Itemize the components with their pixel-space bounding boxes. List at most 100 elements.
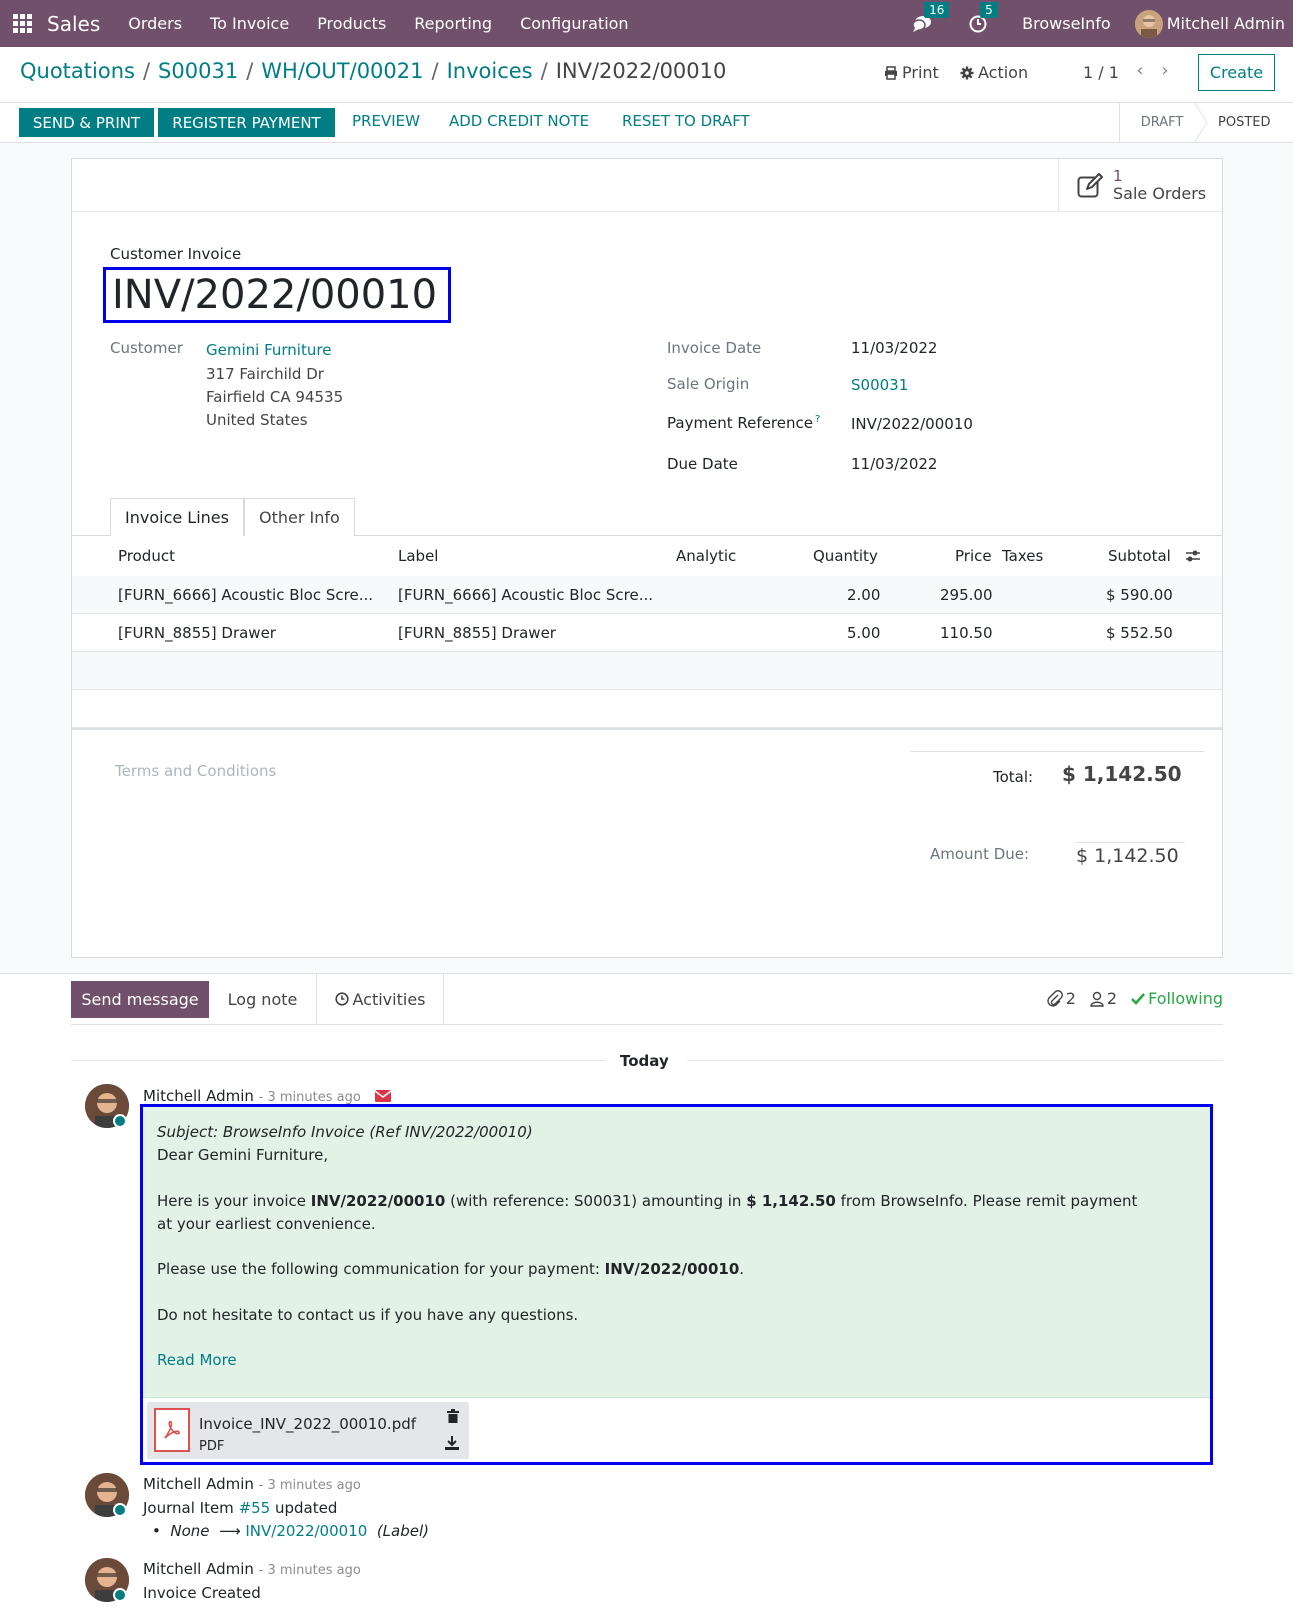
column-label[interactable]: Label	[398, 547, 438, 565]
notebook-tabs: Invoice Lines Other Info	[110, 498, 355, 536]
message-paragraph: Do not hesitate to contact us if you hav…	[157, 1306, 579, 1324]
payment-reference-value: INV/2022/00010	[851, 415, 973, 433]
column-quantity[interactable]: Quantity	[813, 547, 878, 565]
pager-previous-icon[interactable]: ‹	[1132, 60, 1148, 82]
messages-count-badge: 16	[924, 1, 950, 18]
reset-to-draft-button[interactable]: RESET TO DRAFT	[622, 112, 750, 130]
row-price: 295.00	[940, 586, 993, 604]
empty-row	[72, 652, 1222, 690]
activities-button[interactable]: Activities	[316, 973, 444, 1025]
messages-button[interactable]: 16	[910, 1, 950, 36]
app-name[interactable]: Sales	[47, 12, 100, 36]
column-taxes[interactable]: Taxes	[1002, 547, 1043, 565]
print-dropdown[interactable]: Print	[884, 63, 939, 82]
menu-products[interactable]: Products	[317, 14, 386, 33]
send-print-button[interactable]: SEND & PRINT	[19, 108, 154, 137]
row-subtotal: $ 590.00	[1106, 586, 1173, 604]
online-status-icon	[113, 1114, 127, 1128]
pager-value[interactable]: 1 / 1	[1083, 63, 1119, 82]
author-name[interactable]: Mitchell Admin	[143, 1475, 254, 1493]
breadcrumb-invoices[interactable]: Invoices	[447, 59, 533, 83]
activities-label: Activities	[352, 989, 426, 1009]
status-posted: POSTED	[1218, 115, 1271, 130]
gear-icon	[960, 66, 974, 79]
apps-menu-icon[interactable]	[13, 13, 33, 34]
user-avatar[interactable]	[1134, 9, 1163, 38]
send-message-button[interactable]: Send message	[71, 981, 209, 1018]
create-button[interactable]: Create	[1198, 54, 1275, 91]
payment-reference-label: Payment Reference?	[667, 414, 821, 432]
lines-divider	[72, 728, 1222, 730]
customer-link[interactable]: Gemini Furniture	[206, 341, 331, 359]
activities-button[interactable]: 5	[966, 1, 998, 36]
menu-orders[interactable]: Orders	[128, 14, 182, 33]
author-name[interactable]: Mitchell Admin	[143, 1560, 254, 1578]
invoice-number: INV/2022/00010	[103, 267, 451, 323]
column-subtotal[interactable]: Subtotal	[1108, 547, 1171, 565]
arrow-right-icon: ⟶	[219, 1522, 241, 1540]
journal-item-link[interactable]: #55	[239, 1499, 271, 1517]
breadcrumb: Quotations / S00031/ WH/OUT/00021/ Invoic…	[20, 59, 727, 83]
add-credit-note-button[interactable]: ADD CREDIT NOTE	[449, 112, 589, 130]
company-switcher[interactable]: BrowseInfo	[1022, 14, 1111, 33]
preview-button[interactable]: PREVIEW	[352, 112, 420, 130]
trash-icon[interactable]	[447, 1409, 459, 1423]
column-price[interactable]: Price	[955, 547, 992, 565]
table-row[interactable]: [FURN_8855] Drawer [FURN_8855] Drawer 5.…	[72, 614, 1222, 652]
following-label: Following	[1148, 989, 1223, 1008]
tab-invoice-lines[interactable]: Invoice Lines	[110, 498, 244, 536]
user-menu[interactable]: Mitchell Admin	[1167, 14, 1285, 33]
invoice-date-value: 11/03/2022	[851, 339, 938, 357]
status-draft[interactable]: DRAFT	[1120, 115, 1204, 130]
menu-reporting[interactable]: Reporting	[414, 14, 492, 33]
customer-address-line-2: Fairfield CA 94535	[206, 388, 344, 406]
terms-conditions-field[interactable]: Terms and Conditions	[115, 762, 276, 780]
following-button[interactable]: Following	[1131, 989, 1223, 1008]
sale-origin-label: Sale Origin	[667, 375, 750, 393]
download-icon[interactable]	[445, 1436, 459, 1450]
attachment-card[interactable]: Invoice_INV_2022_00010.pdf PDF	[147, 1402, 469, 1459]
sale-orders-smart-button[interactable]: 1 Sale Orders	[1058, 159, 1222, 212]
tracking-value: • None ⟶ INV/2022/00010 (Label)	[152, 1522, 429, 1540]
author-name[interactable]: Mitchell Admin	[143, 1087, 254, 1105]
message-author: Mitchell Admin - 3 minutes ago	[143, 1087, 361, 1105]
lines-table-header: Product Label Analytic Quantity Price Ta…	[72, 536, 1222, 576]
read-more-link[interactable]: Read More	[157, 1351, 237, 1369]
check-icon	[1131, 992, 1145, 1005]
menu-to-invoice[interactable]: To Invoice	[210, 14, 289, 33]
sale-origin-link[interactable]: S00031	[851, 376, 908, 394]
date-separator: Today	[620, 1052, 669, 1070]
pager-next-icon[interactable]: ›	[1157, 60, 1173, 82]
optional-columns-icon[interactable]	[1185, 549, 1201, 563]
column-analytic[interactable]: Analytic	[676, 547, 736, 565]
followers-button[interactable]: 2	[1090, 989, 1117, 1008]
message-bubble: Subject: BrowseInfo Invoice (Ref INV/202…	[140, 1104, 1213, 1465]
attachments-button[interactable]: 2	[1047, 989, 1076, 1008]
amount-due-label: Amount Due:	[930, 845, 1030, 863]
attachment-type: PDF	[199, 1439, 225, 1454]
menu-configuration[interactable]: Configuration	[520, 14, 629, 33]
customer-label: Customer	[110, 339, 183, 357]
action-dropdown[interactable]: Action	[960, 63, 1028, 82]
table-row[interactable]: [FURN_6666] Acoustic Bloc Scre... [FURN_…	[72, 576, 1222, 614]
message-subject: Subject: BrowseInfo Invoice (Ref INV/202…	[157, 1123, 533, 1141]
today-divider	[71, 1060, 606, 1061]
row-label: [FURN_6666] Acoustic Bloc Scre...	[398, 586, 653, 604]
invoice-date-label: Invoice Date	[667, 339, 762, 357]
help-tooltip-icon[interactable]: ?	[815, 414, 820, 425]
column-product[interactable]: Product	[118, 547, 175, 565]
breadcrumb-delivery[interactable]: WH/OUT/00021	[261, 59, 423, 83]
attachments-count: 2	[1065, 989, 1076, 1008]
log-note-button[interactable]: Log note	[209, 973, 316, 1025]
message-text: Invoice Created	[143, 1584, 261, 1602]
top-navbar: Sales Orders To Invoice Products Reporti…	[0, 0, 1293, 47]
total-label: Total:	[993, 768, 1034, 786]
register-payment-button[interactable]: REGISTER PAYMENT	[158, 108, 335, 137]
amount-due-value: $ 1,142.50	[1076, 845, 1179, 867]
tab-other-info[interactable]: Other Info	[243, 498, 355, 536]
today-divider	[687, 1060, 1223, 1061]
divider	[0, 102, 1293, 103]
breadcrumb-quotations[interactable]: Quotations	[20, 59, 135, 83]
print-icon	[885, 65, 897, 80]
breadcrumb-sale-order[interactable]: S00031	[158, 59, 238, 83]
